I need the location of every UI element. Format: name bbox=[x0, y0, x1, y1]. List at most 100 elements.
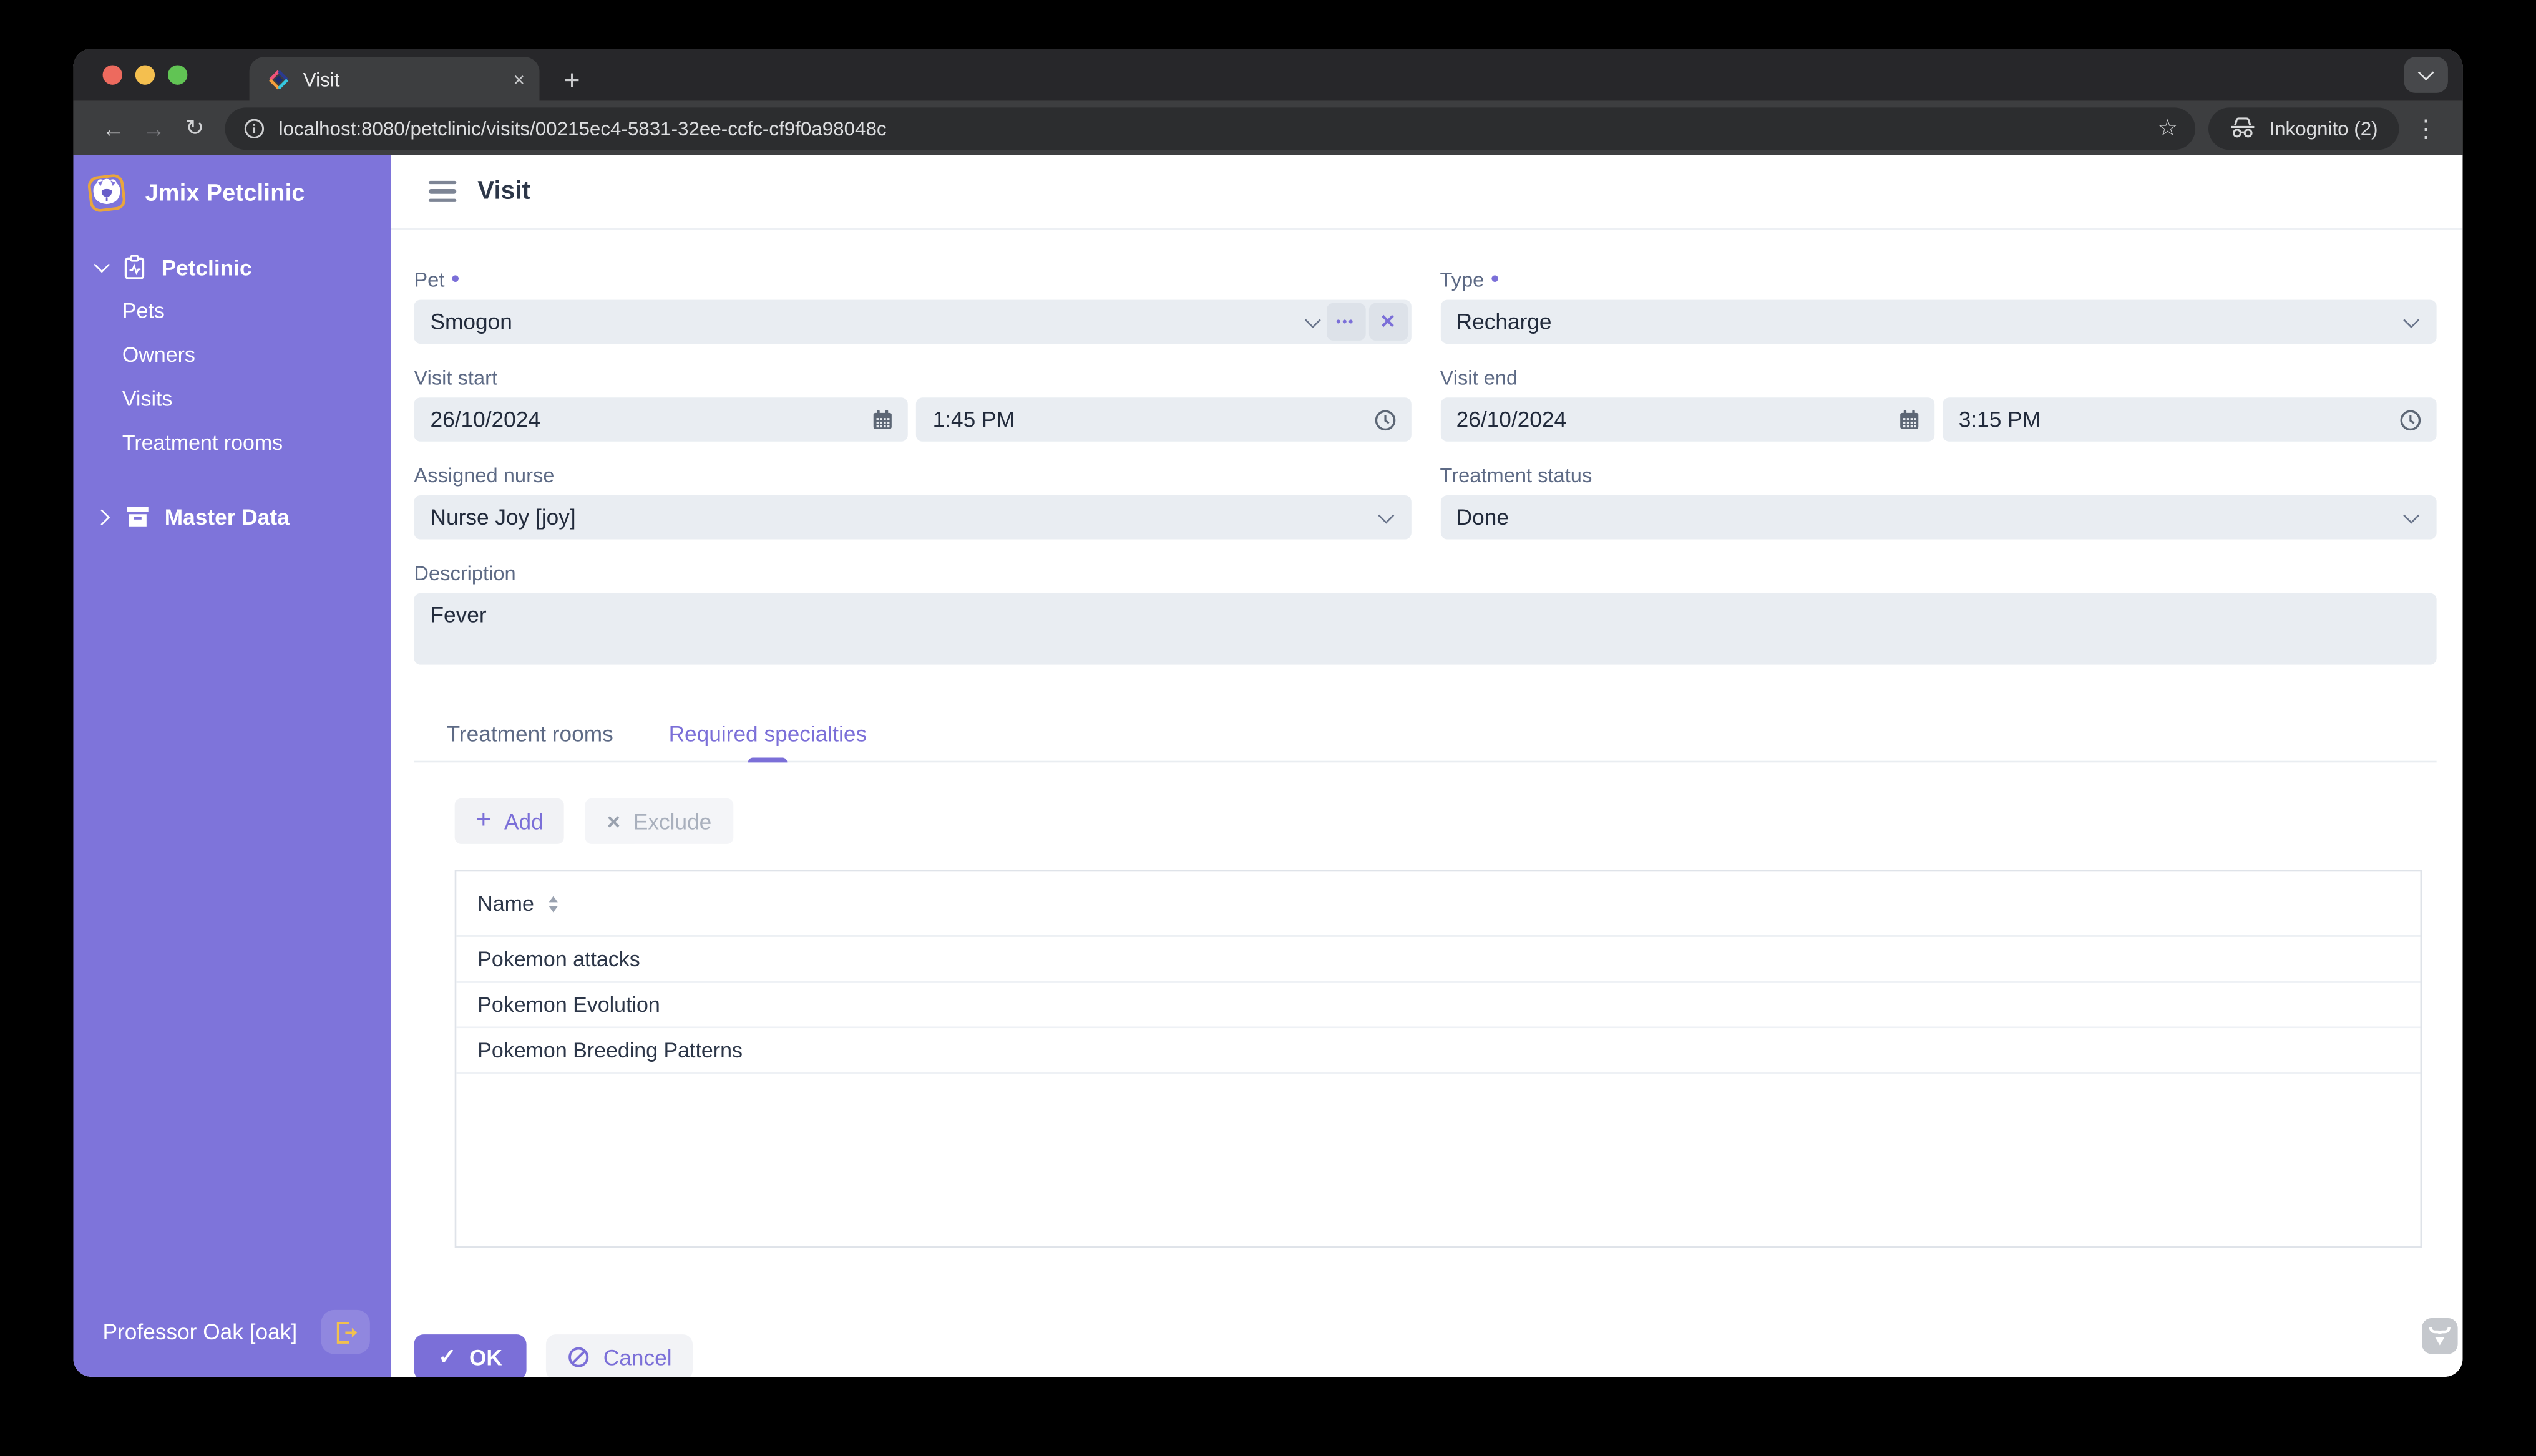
description-label: Description bbox=[414, 562, 516, 585]
sidebar-section-label: Master Data bbox=[164, 504, 290, 529]
browser-window: Visit × + ← → ↻ localhost:8080/petclinic… bbox=[73, 49, 2463, 1377]
cancel-button[interactable]: Cancel bbox=[546, 1334, 693, 1377]
sidebar-item-label: Pets bbox=[122, 298, 165, 323]
pet-clear-button[interactable]: × bbox=[1368, 303, 1408, 341]
visit-start-time-input[interactable]: 1:45 PM bbox=[916, 397, 1411, 442]
type-field-group: Type • Recharge bbox=[1440, 265, 2437, 344]
calendar-icon[interactable] bbox=[872, 409, 894, 430]
sidebar-item-label: Treatment rooms bbox=[122, 430, 283, 455]
jmix-favicon-icon bbox=[269, 69, 289, 89]
visit-start-date-value: 26/10/2024 bbox=[430, 407, 541, 432]
pet-lookup-button[interactable]: ••• bbox=[1325, 303, 1365, 341]
assigned-nurse-select[interactable]: Nurse Joy [joy] bbox=[414, 495, 1411, 540]
visit-end-group: Visit end 26/10/2024 3:15 PM bbox=[1440, 367, 2437, 442]
vaadin-devtools-button[interactable] bbox=[2422, 1318, 2458, 1354]
table-row[interactable]: Pokemon Breeding Patterns bbox=[456, 1028, 2421, 1074]
clock-icon[interactable] bbox=[2399, 408, 2422, 431]
tab-required-specialties[interactable]: Required specialties bbox=[641, 711, 894, 761]
archive-box-icon bbox=[127, 507, 149, 527]
visit-end-time-input[interactable]: 3:15 PM bbox=[1942, 397, 2437, 442]
assigned-nurse-label: Assigned nurse bbox=[414, 464, 555, 487]
sidebar-item-treatment-rooms[interactable]: Treatment rooms bbox=[74, 420, 391, 465]
clear-x-icon: × bbox=[1380, 308, 1395, 336]
sort-icon[interactable] bbox=[545, 894, 560, 913]
treatment-status-group: Treatment status Done bbox=[1440, 464, 2437, 540]
visit-end-date-input[interactable]: 26/10/2024 bbox=[1440, 397, 1934, 442]
sidebar-section-master-data[interactable]: Master Data bbox=[74, 493, 391, 539]
sidebar-item-owners[interactable]: Owners bbox=[74, 332, 391, 377]
pet-value: Smogon bbox=[430, 309, 512, 334]
sidebar-item-visits[interactable]: Visits bbox=[74, 376, 391, 420]
incognito-badge[interactable]: Inkognito (2) bbox=[2208, 107, 2399, 149]
specialty-name: Pokemon Evolution bbox=[477, 992, 660, 1017]
check-icon: ✓ bbox=[438, 1344, 457, 1369]
browser-menu-button[interactable]: ⋮ bbox=[2399, 114, 2447, 142]
minimize-window-button[interactable] bbox=[135, 65, 155, 85]
visit-form: Pet • Smogon ••• × Type • Recharge Visit… bbox=[391, 230, 2463, 1377]
forward-button[interactable]: → bbox=[134, 115, 174, 141]
sidebar-item-label: Visits bbox=[122, 386, 173, 411]
back-button[interactable]: ← bbox=[93, 115, 134, 141]
incognito-label: Inkognito (2) bbox=[2269, 116, 2378, 140]
main-area: Visit Pet • Smogon ••• × Type • Recharge… bbox=[391, 155, 2463, 1377]
close-window-button[interactable] bbox=[102, 65, 122, 85]
chevron-right-icon bbox=[94, 508, 110, 525]
sidebar-item-pets[interactable]: Pets bbox=[74, 288, 391, 332]
sidebar-section-label: Petclinic bbox=[161, 255, 252, 279]
add-button[interactable]: + Add bbox=[454, 798, 565, 844]
menu-toggle-icon[interactable] bbox=[428, 180, 457, 203]
browser-tab[interactable]: Visit × bbox=[249, 57, 540, 101]
vaadin-icon bbox=[2429, 1327, 2451, 1346]
required-indicator: • bbox=[1490, 265, 1500, 294]
sidebar-section-petclinic[interactable]: Petclinic bbox=[74, 246, 391, 288]
chevron-down-icon bbox=[2403, 507, 2420, 523]
logout-icon bbox=[336, 1321, 356, 1343]
table-header-name[interactable]: Name bbox=[456, 871, 2421, 937]
page-title: Visit bbox=[477, 177, 531, 205]
reload-button[interactable]: ↻ bbox=[174, 114, 215, 142]
calendar-icon[interactable] bbox=[1898, 409, 1919, 430]
bookmark-star-icon[interactable]: ☆ bbox=[2157, 114, 2178, 142]
visit-start-date-input[interactable]: 26/10/2024 bbox=[414, 397, 909, 442]
pet-field-group: Pet • Smogon ••• × bbox=[414, 267, 1411, 344]
visit-end-time-value: 3:15 PM bbox=[1958, 407, 2041, 432]
add-button-label: Add bbox=[504, 808, 544, 833]
exclude-button[interactable]: × Exclude bbox=[585, 798, 733, 844]
logout-button[interactable] bbox=[321, 1309, 370, 1354]
pet-picker-field[interactable]: Smogon ••• × bbox=[414, 299, 1411, 344]
specialties-table: Name Pokemon attacks Pokemon Evolution P… bbox=[454, 870, 2422, 1248]
treatment-status-value: Done bbox=[1456, 505, 1509, 530]
visit-start-group: Visit start 26/10/2024 1:45 PM bbox=[414, 367, 1411, 442]
visit-end-date-value: 26/10/2024 bbox=[1456, 407, 1567, 432]
page-header: Visit bbox=[391, 155, 2463, 230]
table-row[interactable]: Pokemon Evolution bbox=[456, 983, 2421, 1029]
tab-title: Visit bbox=[303, 67, 340, 90]
chevron-down-icon[interactable] bbox=[1304, 311, 1320, 328]
address-bar[interactable]: localhost:8080/petclinic/visits/00215ec4… bbox=[225, 107, 2196, 149]
app-logo-row: Jmix Petclinic bbox=[74, 155, 391, 215]
tab-label: Treatment rooms bbox=[446, 722, 613, 747]
new-tab-button[interactable]: + bbox=[564, 67, 580, 94]
ban-icon bbox=[568, 1347, 589, 1367]
exclude-button-label: Exclude bbox=[633, 808, 712, 833]
table-row[interactable]: Pokemon attacks bbox=[456, 937, 2421, 983]
tab-search-button[interactable] bbox=[2404, 57, 2448, 93]
site-info-icon[interactable] bbox=[243, 117, 266, 140]
form-actions: ✓ OK Cancel bbox=[414, 1334, 2436, 1377]
clock-icon[interactable] bbox=[1373, 408, 1396, 431]
description-textarea[interactable]: Fever bbox=[414, 593, 2437, 665]
type-value: Recharge bbox=[1456, 309, 1552, 334]
zoom-window-button[interactable] bbox=[168, 65, 188, 85]
tab-close-icon[interactable]: × bbox=[514, 69, 525, 89]
type-select[interactable]: Recharge bbox=[1440, 299, 2437, 344]
petclinic-dog-logo-icon bbox=[87, 174, 126, 212]
app-root: Jmix Petclinic Petclinic Pets Owners Vis… bbox=[73, 155, 2463, 1377]
treatment-status-select[interactable]: Done bbox=[1440, 495, 2437, 540]
clipboard-icon bbox=[124, 255, 145, 279]
tab-treatment-rooms[interactable]: Treatment rooms bbox=[419, 711, 641, 761]
visit-start-time-value: 1:45 PM bbox=[932, 407, 1015, 432]
screen: Visit × + ← → ↻ localhost:8080/petclinic… bbox=[0, 0, 2536, 1456]
ok-button[interactable]: ✓ OK bbox=[414, 1334, 527, 1377]
chevron-down-icon bbox=[1377, 507, 1393, 523]
url-text[interactable]: localhost:8080/petclinic/visits/00215ec4… bbox=[279, 117, 2145, 140]
